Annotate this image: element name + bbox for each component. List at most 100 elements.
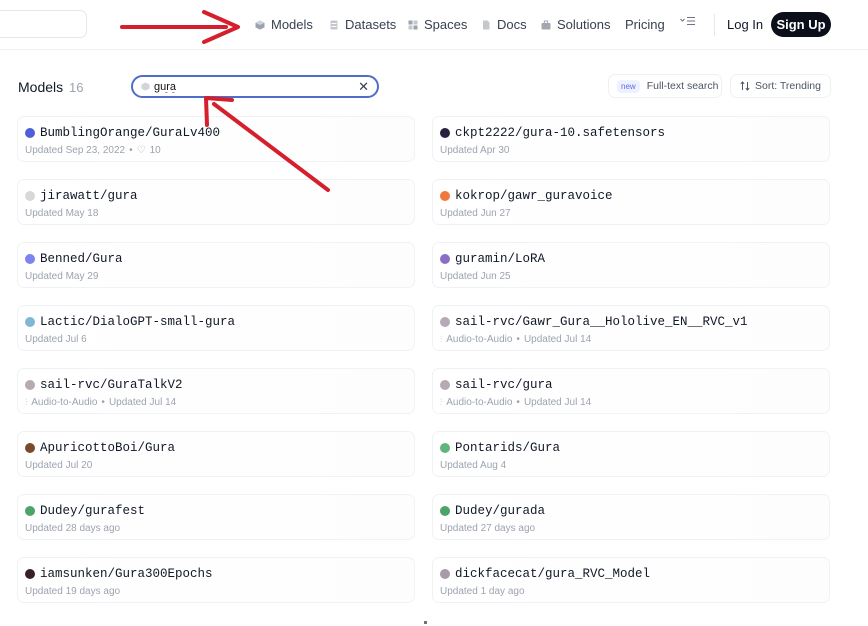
- global-search-input[interactable]: [0, 10, 87, 38]
- model-card-meta: Updated 27 days ago: [440, 523, 535, 534]
- model-updated: Updated 27 days ago: [440, 523, 536, 534]
- nav-item-models[interactable]: Models: [255, 17, 313, 32]
- model-card-title: ApuricottoBoi/Gura: [25, 441, 175, 455]
- audio-task-icon: ⫶: [25, 397, 28, 407]
- new-badge: new: [617, 79, 640, 93]
- top-navigation-bar: Models Datasets Spaces Docs Solutions Pr…: [0, 0, 868, 50]
- avatar: [440, 128, 450, 138]
- model-card-meta: Updated Sep 23, 2022 • ♡ 10: [25, 145, 161, 156]
- model-card-title: dickfacecat/gura_RVC_Model: [440, 567, 650, 581]
- model-updated: Updated Apr 30: [440, 145, 510, 156]
- avatar: [25, 380, 35, 390]
- model-card[interactable]: guramin/LoRA Updated Jun 25: [432, 242, 830, 288]
- meta-separator: •: [516, 397, 520, 408]
- full-text-search-button[interactable]: new Full-text search: [608, 74, 722, 98]
- model-card[interactable]: sail-rvc/gura ⫶ Audio-to-Audio • Updated Jul…: [432, 368, 830, 414]
- model-name: Benned/Gura: [40, 252, 123, 266]
- nav-item-pricing[interactable]: Pricing: [625, 17, 665, 32]
- model-card-meta: ⫶ Audio-to-Audio • Updated Jul 14: [440, 397, 591, 408]
- signup-button[interactable]: Sign Up: [771, 12, 831, 37]
- model-card-meta: Updated 1 day ago: [440, 586, 525, 597]
- model-card-meta: Updated Jul 6: [25, 334, 87, 345]
- model-card[interactable]: ApuricottoBoi/Gura Updated Jul 20: [17, 431, 415, 477]
- model-card[interactable]: Lactic/DialoGPT-small-gura Updated Jul 6: [17, 305, 415, 351]
- model-name: Dudey/gurafest: [40, 504, 146, 518]
- model-updated: Updated Jul 14: [523, 334, 592, 345]
- model-card[interactable]: jirawatt/gura Updated May 18: [17, 179, 415, 225]
- model-updated: Updated Aug 4: [440, 460, 507, 471]
- model-name: ApuricottoBoi/Gura: [40, 441, 176, 455]
- model-card-meta: ⫶ Audio-to-Audio • Updated Jul 14: [440, 334, 591, 345]
- model-name: guramin/LoRA: [455, 252, 546, 266]
- model-name: Dudey/gurada: [455, 504, 546, 518]
- nav-label: Spaces: [424, 17, 468, 32]
- nav-item-docs[interactable]: Docs: [481, 17, 527, 32]
- model-card-title: guramin/LoRA: [440, 252, 545, 266]
- model-card[interactable]: sail-rvc/GuraTalkV2 ⫶ Audio-to-Audio • Updat…: [17, 368, 415, 414]
- model-card[interactable]: dickfacecat/gura_RVC_Model Updated 1 day …: [432, 557, 830, 603]
- model-card-title: sail-rvc/GuraTalkV2: [25, 378, 183, 392]
- model-card[interactable]: ckpt2222/gura-10.safetensors Updated Apr …: [432, 116, 830, 162]
- avatar: [25, 191, 35, 201]
- login-link[interactable]: Log In: [727, 17, 763, 32]
- close-icon[interactable]: ✕: [358, 79, 369, 95]
- avatar: [25, 506, 35, 516]
- model-name: sail-rvc/gura: [455, 378, 553, 392]
- nav-label: Models: [271, 17, 313, 32]
- model-card-meta: Updated Jun 25: [440, 271, 511, 282]
- model-name: Pontarids/Gura: [455, 441, 561, 455]
- nav-item-datasets[interactable]: Datasets: [329, 17, 396, 32]
- model-task: Audio-to-Audio: [31, 397, 98, 408]
- model-card-title: ckpt2222/gura-10.safetensors: [440, 126, 665, 140]
- page-title: Models: [18, 79, 64, 95]
- model-updated: Updated Jun 27: [440, 208, 511, 219]
- model-card[interactable]: Benned/Gura Updated May 29: [17, 242, 415, 288]
- model-name: kokrop/gawr_guravoice: [455, 189, 613, 203]
- meta-separator: •: [129, 145, 133, 156]
- model-updated: Updated May 18: [25, 208, 99, 219]
- sort-dropdown[interactable]: Sort: Trending: [730, 74, 831, 98]
- model-card[interactable]: Dudey/gurada Updated 27 days ago: [432, 494, 830, 540]
- model-card-meta: Updated 19 days ago: [25, 586, 120, 597]
- avatar: [440, 254, 450, 264]
- avatar: [25, 569, 35, 579]
- grid-icon: [408, 20, 418, 29]
- model-card[interactable]: sail-rvc/Gawr_Gura__Hololive_EN__RVC_v1 ⫶…: [432, 305, 830, 351]
- nav-label: Docs: [497, 17, 527, 32]
- model-card-title: sail-rvc/Gawr_Gura__Hololive_EN__RVC_v1: [440, 315, 748, 329]
- model-card-meta: Updated Jun 27: [440, 208, 511, 219]
- model-card-meta: Updated May 18: [25, 208, 98, 219]
- meta-separator: •: [516, 334, 520, 345]
- docs-icon: [483, 20, 490, 29]
- sort-icon: [740, 81, 750, 91]
- model-card-title: Benned/Gura: [25, 252, 123, 266]
- model-card-meta: Updated Aug 4: [440, 460, 506, 471]
- models-count: 16: [69, 80, 84, 95]
- filter-input[interactable]: [154, 80, 334, 93]
- model-card[interactable]: BumblingOrange/GuraLv400 Updated Sep 23, …: [17, 116, 415, 162]
- nav-item-solutions[interactable]: Solutions: [541, 17, 610, 32]
- nav-label: Datasets: [345, 17, 397, 32]
- model-card[interactable]: kokrop/gawr_guravoice Updated Jun 27: [432, 179, 830, 225]
- nav-item-spaces[interactable]: Spaces: [408, 17, 467, 32]
- model-task: Audio-to-Audio: [446, 334, 513, 345]
- model-card[interactable]: iamsunken/Gura300Epochs Updated 19 days a…: [17, 557, 415, 603]
- avatar: [440, 191, 450, 201]
- cube-icon: [141, 82, 150, 91]
- model-name: sail-rvc/GuraTalkV2: [40, 378, 183, 392]
- filter-by-name-box[interactable]: ✕: [131, 75, 379, 98]
- model-card[interactable]: Pontarids/Gura Updated Aug 4: [432, 431, 830, 477]
- model-card-title: jirawatt/gura: [25, 189, 138, 203]
- model-name: dickfacecat/gura_RVC_Model: [455, 567, 651, 581]
- nav-label: Pricing: [625, 17, 665, 32]
- model-name: jirawatt/gura: [40, 189, 138, 203]
- avatar: [440, 380, 450, 390]
- model-task: Audio-to-Audio: [446, 397, 513, 408]
- heart-icon: ♡: [136, 145, 146, 156]
- model-updated: Updated Jun 25: [440, 271, 511, 282]
- model-card-meta: ⫶ Audio-to-Audio • Updated Jul 14: [25, 397, 176, 408]
- more-menu-button[interactable]: [680, 16, 696, 26]
- avatar: [440, 443, 450, 453]
- model-card-title: Dudey/gurada: [440, 504, 545, 518]
- model-card[interactable]: Dudey/gurafest Updated 28 days ago: [17, 494, 415, 540]
